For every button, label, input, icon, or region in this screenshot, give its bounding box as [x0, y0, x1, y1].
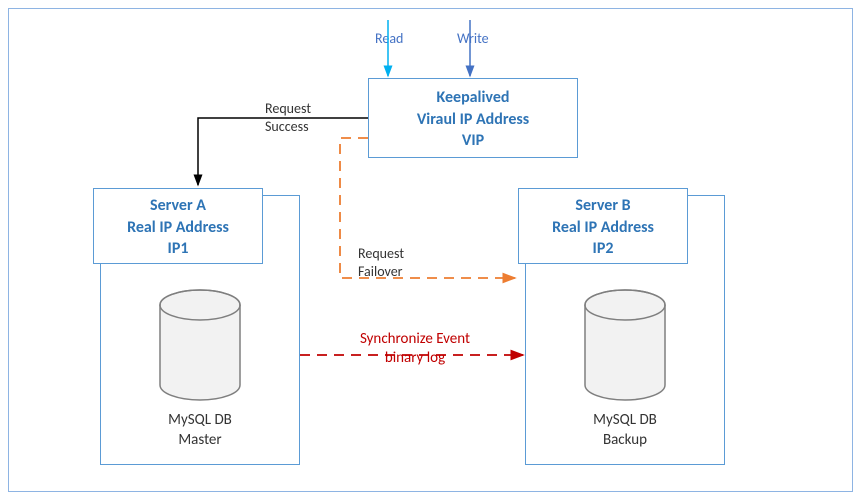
server-a-db-label: MySQL DB Master	[101, 411, 299, 450]
vip-line3: VIP	[369, 130, 577, 152]
server-a-line2: Real IP Address	[94, 217, 262, 239]
server-b-box: Server B Real IP Address IP2 MySQL DB Ba…	[525, 195, 725, 465]
server-b-db-line1: MySQL DB	[526, 411, 724, 431]
read-label: Read	[375, 30, 403, 48]
write-label: Write	[457, 30, 489, 48]
vip-line1: Keepalived	[369, 87, 577, 109]
server-b-header: Server B Real IP Address IP2	[518, 188, 688, 264]
server-a-header: Server A Real IP Address IP1	[93, 188, 263, 264]
request-success-label: Request Success	[265, 100, 311, 135]
server-a-db-line1: MySQL DB	[101, 411, 299, 431]
server-b-line3: IP2	[519, 238, 687, 260]
server-b-line1: Server B	[519, 195, 687, 217]
server-a-box: Server A Real IP Address IP1 MySQL DB Ma…	[100, 195, 300, 465]
server-a-line3: IP1	[94, 238, 262, 260]
server-b-line2: Real IP Address	[519, 217, 687, 239]
server-a-db-line2: Master	[101, 431, 299, 451]
vip-box: Keepalived Viraul IP Address VIP	[368, 78, 578, 158]
request-failover-label: Request Failover	[358, 245, 404, 280]
server-b-db-label: MySQL DB Backup	[526, 411, 724, 450]
sync-label: Synchronize Event binary log	[335, 330, 495, 368]
diagram-canvas: Read Write Keepalived Viraul IP Address …	[0, 0, 865, 500]
server-a-line1: Server A	[94, 195, 262, 217]
vip-line2: Viraul IP Address	[369, 109, 577, 131]
server-b-db-line2: Backup	[526, 431, 724, 451]
